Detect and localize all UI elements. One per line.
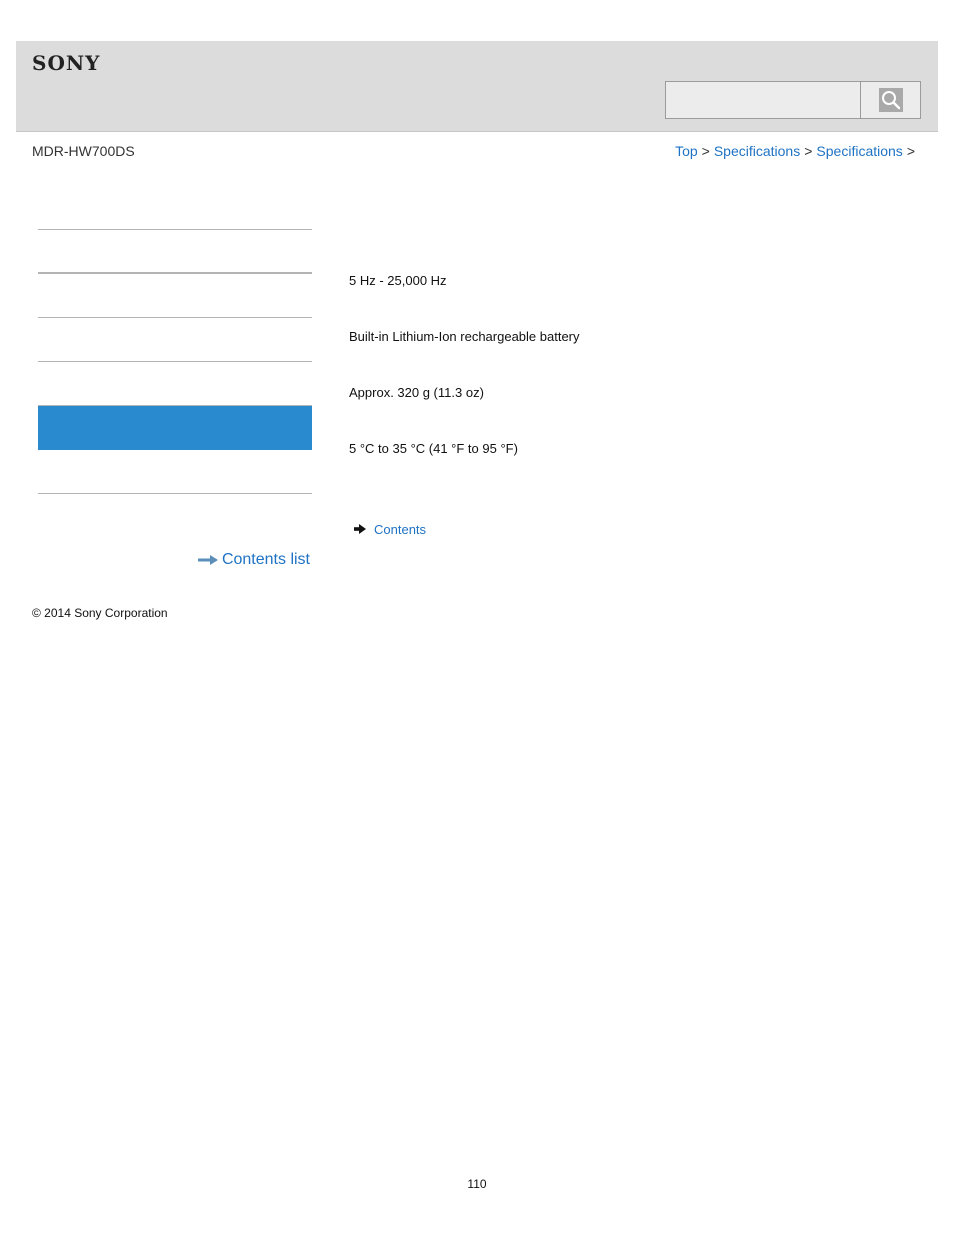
breadcrumb-separator: >	[804, 143, 813, 159]
contents-list-label: Contents list	[221, 551, 310, 568]
sidebar-item[interactable]	[38, 318, 312, 362]
sidebar-nav	[38, 186, 312, 494]
header: SONY	[16, 41, 938, 132]
breadcrumb-separator: >	[701, 143, 710, 159]
spec-row: 5 °C to 35 °C (41 °F to 95 °F)	[349, 410, 909, 466]
search-box	[665, 81, 921, 119]
contents-list-link[interactable]: Contents list	[197, 551, 310, 569]
breadcrumb-specifications[interactable]: Specifications	[714, 143, 800, 159]
breadcrumb: Top > Specifications > Specifications >	[675, 143, 919, 159]
arrow-right-icon	[354, 522, 366, 537]
spec-value: 5 °C to 35 °C (41 °F to 95 °F)	[349, 441, 518, 456]
breadcrumb-specifications-current[interactable]: Specifications	[816, 143, 902, 159]
spec-row: 5 Hz - 25,000 Hz	[349, 242, 909, 298]
breadcrumb-separator: >	[906, 143, 915, 159]
spec-row: Approx. 320 g (11.3 oz)	[349, 354, 909, 410]
sidebar-item[interactable]	[38, 230, 312, 274]
spec-row	[349, 186, 909, 242]
sidebar-item[interactable]	[38, 186, 312, 230]
model-name: MDR-HW700DS	[32, 143, 135, 159]
breadcrumb-top[interactable]: Top	[675, 143, 698, 159]
page: SONY MDR-HW700DS Top > Specifications > Spec…	[0, 0, 954, 1235]
spec-value: 5 Hz - 25,000 Hz	[349, 273, 447, 288]
copyright: © 2014 Sony Corporation	[32, 606, 168, 620]
spec-value: Approx. 320 g (11.3 oz)	[349, 385, 484, 400]
sidebar-item[interactable]	[38, 274, 312, 318]
sidebar-item-active[interactable]	[38, 406, 312, 450]
specs-list: 5 Hz - 25,000 Hz Built-in Lithium-Ion re…	[349, 186, 909, 466]
sony-logo[interactable]: SONY	[32, 51, 100, 75]
page-number: 110	[467, 1177, 487, 1191]
related-contents-label: Contents	[374, 522, 427, 537]
related-contents-link[interactable]: Contents	[354, 522, 426, 537]
search-button[interactable]	[862, 82, 920, 118]
spec-row: Built-in Lithium-Ion rechargeable batter…	[349, 298, 909, 354]
arrow-right-icon	[197, 555, 218, 565]
sidebar-item[interactable]	[38, 362, 312, 406]
search-input[interactable]	[666, 82, 861, 118]
sidebar-item[interactable]	[38, 450, 312, 494]
search-icon	[879, 88, 903, 112]
spec-value: Built-in Lithium-Ion rechargeable batter…	[349, 329, 580, 344]
